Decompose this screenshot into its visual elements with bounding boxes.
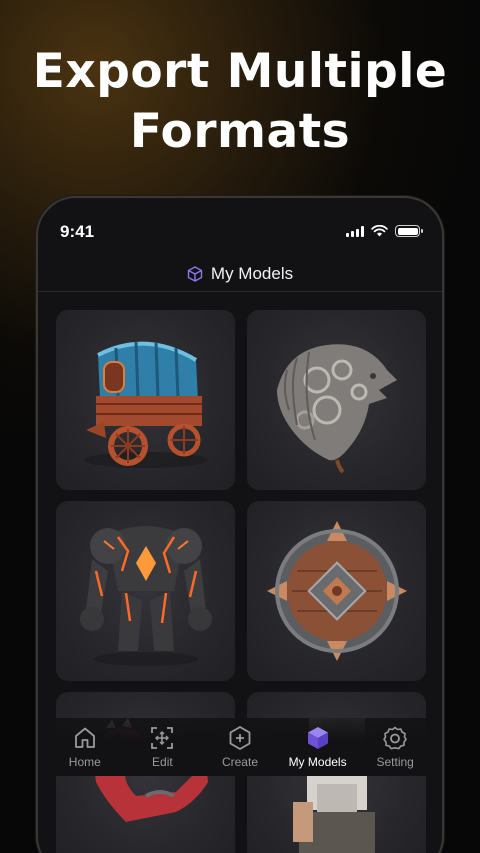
tab-setting[interactable]: Setting <box>357 725 433 769</box>
signal-icon <box>346 225 364 237</box>
headline-line-2: Formats <box>129 104 351 159</box>
status-bar: 9:41 <box>38 198 442 262</box>
cube-icon <box>187 265 203 282</box>
create-icon <box>229 726 251 750</box>
tab-create[interactable]: Create <box>202 725 278 769</box>
cube-icon <box>307 727 328 749</box>
tab-my-models-label: My Models <box>288 755 347 769</box>
tab-my-models[interactable]: My Models <box>280 725 356 769</box>
wifi-icon <box>371 225 388 237</box>
model-card-shield[interactable] <box>247 501 426 681</box>
phone-frame: 9:41 My Models Home Edit Create My Model… <box>36 196 444 853</box>
shield-model <box>267 521 407 661</box>
tab-edit[interactable]: Edit <box>124 725 200 769</box>
home-icon <box>74 727 95 748</box>
edit-icon <box>151 727 174 749</box>
tab-home-label: Home <box>68 755 101 769</box>
model-card-lava-golem[interactable] <box>56 501 235 681</box>
page-title: My Models <box>210 263 294 283</box>
battery-icon <box>395 225 423 237</box>
promo-headline: Export Multiple Formats <box>0 42 480 162</box>
tab-home[interactable]: Home <box>47 725 123 769</box>
bottom-tab-bar: Home Edit Create My Models Setting <box>38 718 442 776</box>
golem-model <box>80 526 212 666</box>
headline-line-1: Export Multiple <box>32 44 448 99</box>
model-card-dragon-head[interactable] <box>247 310 426 490</box>
app-header: My Models <box>38 256 442 292</box>
dragon-head-model <box>277 344 397 474</box>
model-card-wagon[interactable] <box>56 310 235 490</box>
tab-create-label: Create <box>221 755 258 769</box>
tab-setting-label: Setting <box>376 755 414 769</box>
status-icons <box>346 225 423 237</box>
tab-edit-label: Edit <box>152 755 173 769</box>
wagon-model <box>84 341 208 468</box>
status-time: 9:41 <box>60 222 95 241</box>
gear-icon <box>383 726 407 750</box>
